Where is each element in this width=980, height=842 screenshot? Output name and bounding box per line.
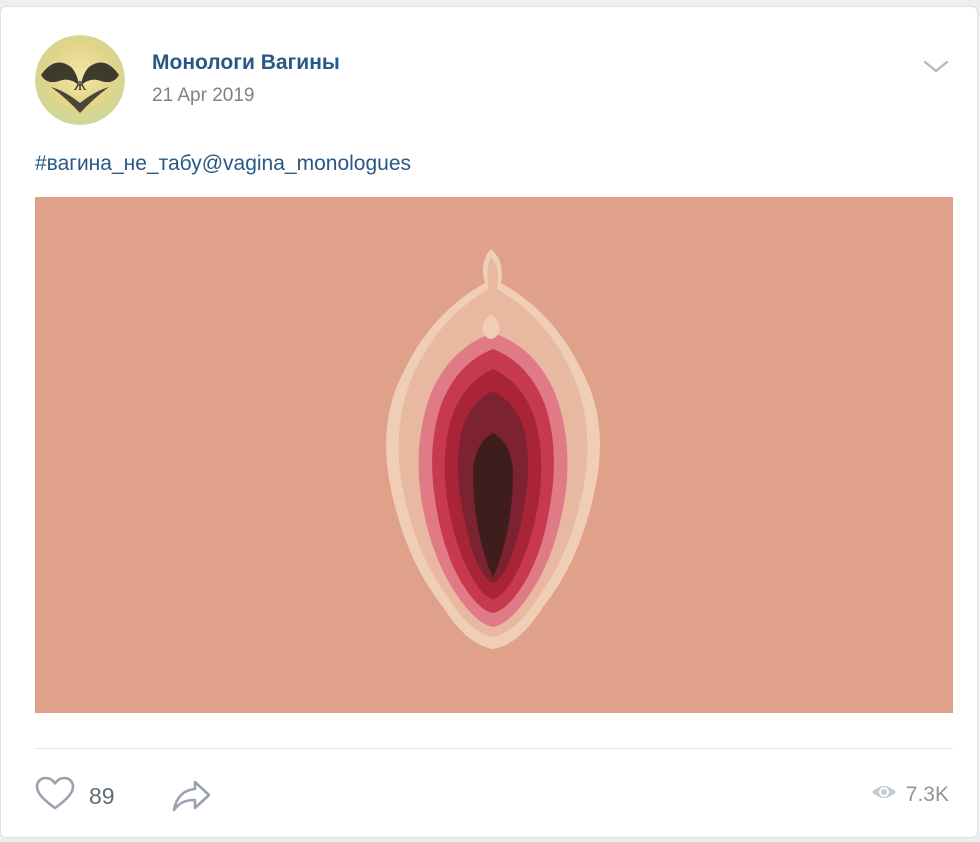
chevron-down-icon[interactable]: [921, 55, 951, 77]
post-hashtag-link[interactable]: #вагина_не_табу@vagina_monologues: [35, 152, 411, 176]
avatar[interactable]: Ж: [35, 35, 125, 125]
post-image[interactable]: [35, 197, 953, 713]
views-count: 7.3K: [905, 782, 949, 806]
divider: [35, 748, 953, 749]
eye-icon: [870, 782, 898, 807]
views-counter: 7.3K: [870, 782, 949, 807]
heart-icon: [35, 776, 75, 817]
post-card: Ж Монологи Вагины 21 Apr 2019 #вагина_не…: [0, 6, 978, 838]
svg-text:Ж: Ж: [74, 79, 87, 94]
share-arrow-icon: [171, 780, 213, 818]
like-count: 89: [89, 782, 115, 809]
like-button[interactable]: 89: [35, 776, 115, 816]
author-name[interactable]: Монологи Вагины: [152, 51, 340, 75]
post-date[interactable]: 21 Apr 2019: [152, 85, 254, 107]
share-button[interactable]: [171, 778, 213, 814]
